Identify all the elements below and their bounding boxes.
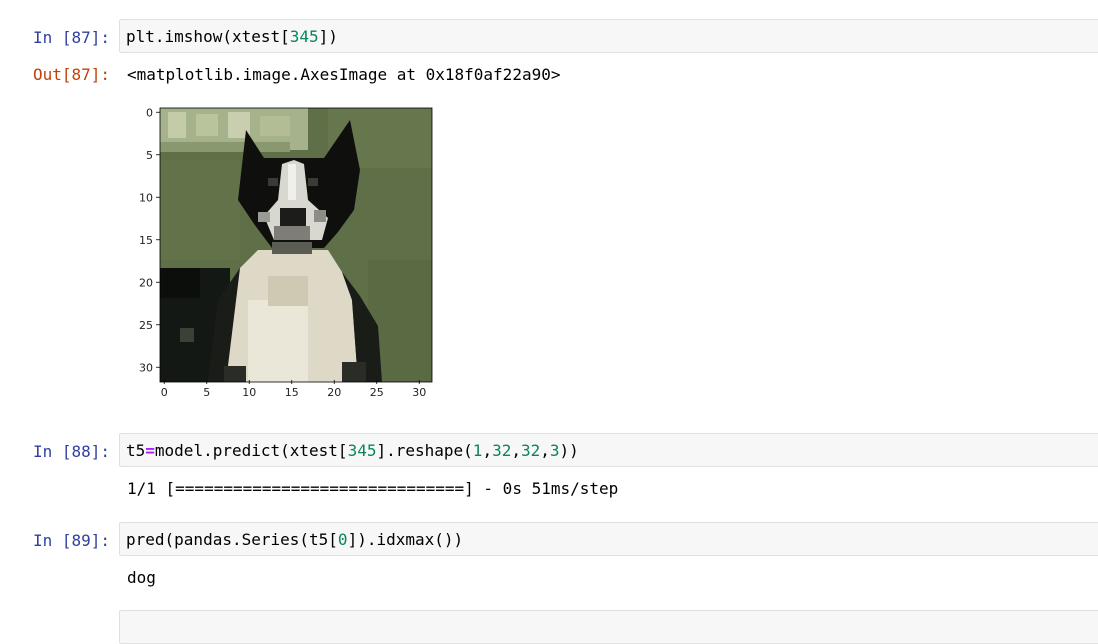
- y-tick-label: 10: [139, 191, 153, 204]
- y-tick-label: 30: [139, 361, 153, 374]
- x-tick-label: 10: [242, 386, 256, 399]
- cell-next-input[interactable]: [119, 610, 1098, 644]
- code-token: ,: [540, 441, 550, 460]
- code-token: ,: [482, 441, 493, 460]
- cell-88-in-prompt: In [88]:: [32, 442, 110, 461]
- y-tick-label: 0: [146, 106, 153, 119]
- dog-image: [160, 108, 432, 382]
- cell-88-output-text: 1/1 [==============================] - 0…: [127, 479, 619, 498]
- cell-87-out-prompt: Out[87]:: [32, 65, 110, 84]
- code-token: ].reshape(: [376, 441, 473, 460]
- cell-89-input[interactable]: pred(pandas.Series(t5[0]).idxmax()): [119, 522, 1098, 556]
- code-number: 3: [549, 441, 560, 460]
- y-tick-label: 15: [139, 234, 153, 247]
- code-token: plt.imshow(xtest[: [126, 27, 290, 46]
- cell-87-code[interactable]: plt.imshow(xtest[345]): [126, 27, 338, 47]
- code-token: ,: [511, 441, 521, 460]
- y-tick-label: 25: [139, 319, 153, 332]
- y-tick-label: 5: [146, 149, 153, 162]
- x-tick-label: 0: [161, 386, 168, 399]
- x-tick-label: 30: [412, 386, 426, 399]
- code-number: 32: [520, 441, 541, 460]
- cell-87-in-prompt: In [87]:: [32, 28, 110, 47]
- cell-88-input[interactable]: t5=model.predict(xtest[345].reshape(1,32…: [119, 433, 1098, 467]
- code-operator: =: [145, 441, 155, 460]
- cell-87-output-text: <matplotlib.image.AxesImage at 0x18f0af2…: [127, 65, 561, 84]
- code-number: 1: [472, 441, 483, 460]
- code-number: 345: [347, 441, 377, 460]
- x-tick-label: 15: [285, 386, 299, 399]
- cell-89-output-text: dog: [127, 568, 156, 587]
- x-tick-label: 20: [327, 386, 341, 399]
- code-number: 345: [289, 27, 319, 46]
- cell-87-input[interactable]: plt.imshow(xtest[345]): [119, 19, 1098, 53]
- y-tick-label: 20: [139, 276, 153, 289]
- code-token: ]): [318, 27, 338, 46]
- code-token: ]).idxmax()): [347, 530, 464, 549]
- code-token: )): [559, 441, 579, 460]
- imshow-plot: 0 5 10 15 20 25 30 0 5 10 15 20 25 30: [139, 106, 433, 399]
- code-number: 32: [492, 441, 512, 460]
- x-tick-label: 25: [370, 386, 384, 399]
- code-token: model.predict(xtest[: [154, 441, 348, 460]
- x-tick-label: 5: [203, 386, 210, 399]
- cell-88-code[interactable]: t5=model.predict(xtest[345].reshape(1,32…: [126, 441, 579, 461]
- code-token: t5: [126, 441, 146, 460]
- code-token: pred(pandas.Series(t5[: [126, 530, 338, 549]
- cell-89-code[interactable]: pred(pandas.Series(t5[0]).idxmax()): [126, 530, 463, 550]
- code-number: 0: [337, 530, 348, 549]
- cell-89-in-prompt: In [89]:: [32, 531, 110, 550]
